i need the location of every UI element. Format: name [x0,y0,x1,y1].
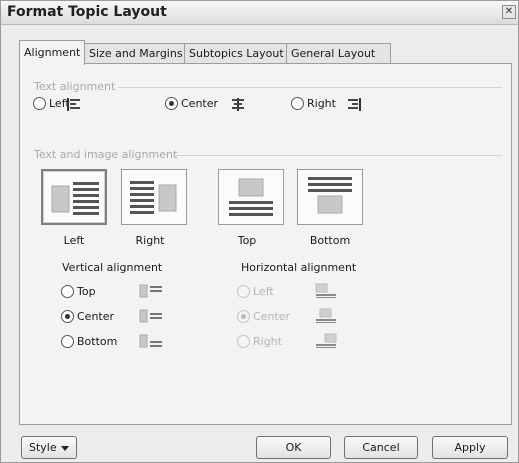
text-image-alignment-group-label: Text and image alignment [34,148,178,161]
halign-left-radio [237,285,250,298]
halign-center-icon [315,308,337,324]
style-button-label: Style [29,441,57,454]
valign-center-icon [139,309,163,323]
text-align-right-label: Right [307,97,336,110]
valign-bottom-icon [139,334,163,348]
valign-center-radio[interactable] [61,310,74,323]
halign-center-option: Center [237,310,290,323]
tab-size-and-margins[interactable]: Size and Margins [84,43,185,64]
image-right-text-icon [128,176,180,218]
cancel-button[interactable]: Cancel [344,436,418,459]
text-align-left-radio[interactable] [33,97,46,110]
close-icon[interactable]: ✕ [502,5,516,19]
valign-bottom-option[interactable]: Bottom [61,335,117,348]
text-align-right-radio[interactable] [291,97,304,110]
tab-subtopics-layout[interactable]: Subtopics Layout [184,43,287,64]
group-divider [173,155,502,156]
tab-general-layout[interactable]: General Layout [286,43,391,64]
align-right-icon [347,98,361,111]
text-align-center-label: Center [181,97,219,110]
ok-button[interactable]: OK [256,436,331,459]
layout-right-label: Right [135,234,165,247]
text-align-right-option[interactable]: Right [291,97,336,110]
halign-left-icon [315,283,337,299]
image-bottom-text-icon [304,176,356,218]
valign-bottom-label: Bottom [77,335,118,348]
halign-left-option: Left [237,285,274,298]
layout-bottom-label: Bottom [309,234,351,247]
halign-right-label: Right [253,335,282,348]
text-align-center-option[interactable]: Center [165,97,218,110]
halign-center-label: Center [253,310,291,323]
text-align-center-radio[interactable] [165,97,178,110]
valign-top-icon [139,284,163,298]
halign-right-option: Right [237,335,282,348]
style-menu-button[interactable]: Style [21,436,77,459]
format-topic-layout-dialog: Format Topic Layout ✕ Alignment Size and… [0,0,519,463]
text-alignment-group-label: Text alignment [34,80,116,93]
dropdown-arrow-icon [61,446,69,451]
image-left-text-icon [49,177,101,219]
layout-left-label: Left [63,234,85,247]
layout-left-thumbnail[interactable] [41,169,107,225]
valign-top-label: Top [77,285,96,298]
halign-left-label: Left [253,285,274,298]
tab-alignment[interactable]: Alignment [19,40,85,65]
layout-right-thumbnail[interactable] [121,169,187,225]
halign-right-radio [237,335,250,348]
align-center-icon [231,98,245,111]
valign-top-radio[interactable] [61,285,74,298]
layout-top-thumbnail[interactable] [218,169,284,225]
halign-right-icon [315,333,337,349]
horizontal-alignment-label: Horizontal alignment [241,261,357,274]
text-align-left-option[interactable]: Left [33,97,70,110]
apply-button[interactable]: Apply [432,436,508,459]
image-top-text-icon [225,176,277,218]
group-divider [118,87,502,88]
layout-top-label: Top [237,234,257,247]
valign-bottom-radio[interactable] [61,335,74,348]
align-left-icon [67,98,81,111]
valign-top-option[interactable]: Top [61,285,96,298]
layout-bottom-thumbnail[interactable] [297,169,363,225]
vertical-alignment-label: Vertical alignment [62,261,163,274]
valign-center-label: Center [77,310,115,323]
valign-center-option[interactable]: Center [61,310,114,323]
halign-center-radio [237,310,250,323]
title-bar: Format Topic Layout ✕ [1,1,518,25]
dialog-title: Format Topic Layout [7,4,167,20]
